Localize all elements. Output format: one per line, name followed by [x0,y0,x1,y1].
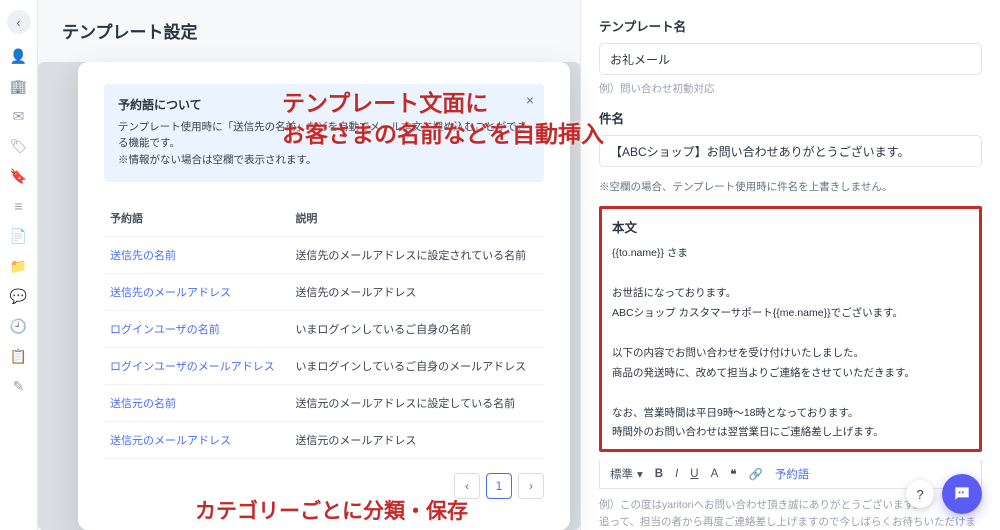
table-row: ログインユーザのメールアドレスいまログインしているご自身のメールアドレス [104,347,544,384]
body-label: 本文 [612,217,969,236]
subject-note: ※空欄の場合、テンプレート使用時に件名を上書きしません。 [599,179,982,194]
reserved-words-button[interactable]: 予約語 [775,466,810,482]
template-icon[interactable]: 📋 [11,348,27,364]
table-row: 送信元の名前送信元のメールアドレスに設定している名前 [104,384,544,421]
bold-button[interactable]: B [655,468,663,480]
right-panel: テンプレート名 例）問い合わせ初動対応 件名 ※空欄の場合、テンプレート使用時に… [580,0,1000,530]
table-row: 送信先の名前送信先のメールアドレスに設定されている名前 [104,236,544,273]
clock-icon[interactable]: 🕘 [11,318,27,334]
quote-button[interactable]: ❝ [730,467,736,481]
tag-icon[interactable]: 🏷 [11,138,27,154]
table-row: 送信先のメールアドレス送信先のメールアドレス [104,273,544,310]
info-line2: ※情報がない場合は空欄で表示されます。 [118,152,530,168]
help-button[interactable]: ? [906,480,934,508]
pager-prev[interactable]: ‹ [454,473,480,499]
file-icon[interactable]: 📄 [11,228,27,244]
annotation-callout-1: テンプレート文面に お客さまの名前などを自動挿入 [282,88,604,150]
page-title: テンプレート設定 [38,0,580,61]
template-name-label: テンプレート名 [599,16,982,35]
building-icon[interactable]: 🏢 [11,78,27,94]
back-button[interactable]: ‹ [7,10,31,34]
reserved-link[interactable]: ログインユーザの名前 [110,324,220,336]
reserved-link[interactable]: 送信先の名前 [110,250,176,262]
pager-current[interactable]: 1 [486,473,512,499]
body-highlight-frame: 本文 {{to.name}} さま お世話になっております。 ABCショップ カ… [599,206,982,452]
template-name-hint: 例）問い合わせ初動対応 [599,81,982,96]
template-name-input[interactable] [599,43,982,75]
chevron-down-icon: ▾ [637,467,643,481]
reserved-link[interactable]: 送信元のメールアドレス [110,435,231,447]
reserved-link[interactable]: 送信先のメールアドレス [110,287,231,299]
body-textarea[interactable]: {{to.name}} さま お世話になっております。 ABCショップ カスタマ… [612,244,969,443]
chat-icon [952,484,972,504]
link-button[interactable]: 🔗 [748,467,762,481]
table-row: 送信元のメールアドレス送信元のメールアドレス [104,421,544,458]
chat-icon[interactable]: 💬 [11,288,27,304]
subject-input[interactable] [599,135,982,167]
user-icon[interactable]: 👤 [11,48,27,64]
text-color-button[interactable]: A [711,468,719,480]
mail-icon[interactable]: ✉ [11,108,27,124]
pager-next[interactable]: › [518,473,544,499]
chat-bubble-button[interactable] [942,474,982,514]
reserved-link[interactable]: ログインユーザのメールアドレス [110,361,275,373]
annotation-callout-2: カテゴリーごとに分類・保存 [195,498,468,526]
subject-label: 件名 [599,108,982,127]
underline-button[interactable]: U [690,468,698,480]
center-pane: テンプレート設定 予約語について テンプレート使用時に「送信先の名前」などを自動… [38,0,580,530]
reserved-link[interactable]: 送信元の名前 [110,398,176,410]
col-desc: 説明 [289,202,544,237]
col-reserved: 予約語 [104,202,289,237]
bookmark-icon[interactable]: 🔖 [11,168,27,184]
left-rail: ‹ 👤 🏢 ✉ 🏷 🔖 ≡ 📄 📁 💬 🕘 📋 ✎ [0,0,38,530]
table-row: ログインユーザの名前いまログインしているご自身の名前 [104,310,544,347]
folder-icon[interactable]: 📁 [11,258,27,274]
pager: ‹ 1 › [104,473,544,499]
italic-button[interactable]: I [675,468,678,480]
list-icon[interactable]: ≡ [11,198,27,214]
reserved-words-table: 予約語 説明 送信先の名前送信先のメールアドレスに設定されている名前 送信先のメ… [104,202,544,459]
style-select[interactable]: 標準▾ [610,466,643,482]
pen-icon[interactable]: ✎ [11,378,27,394]
